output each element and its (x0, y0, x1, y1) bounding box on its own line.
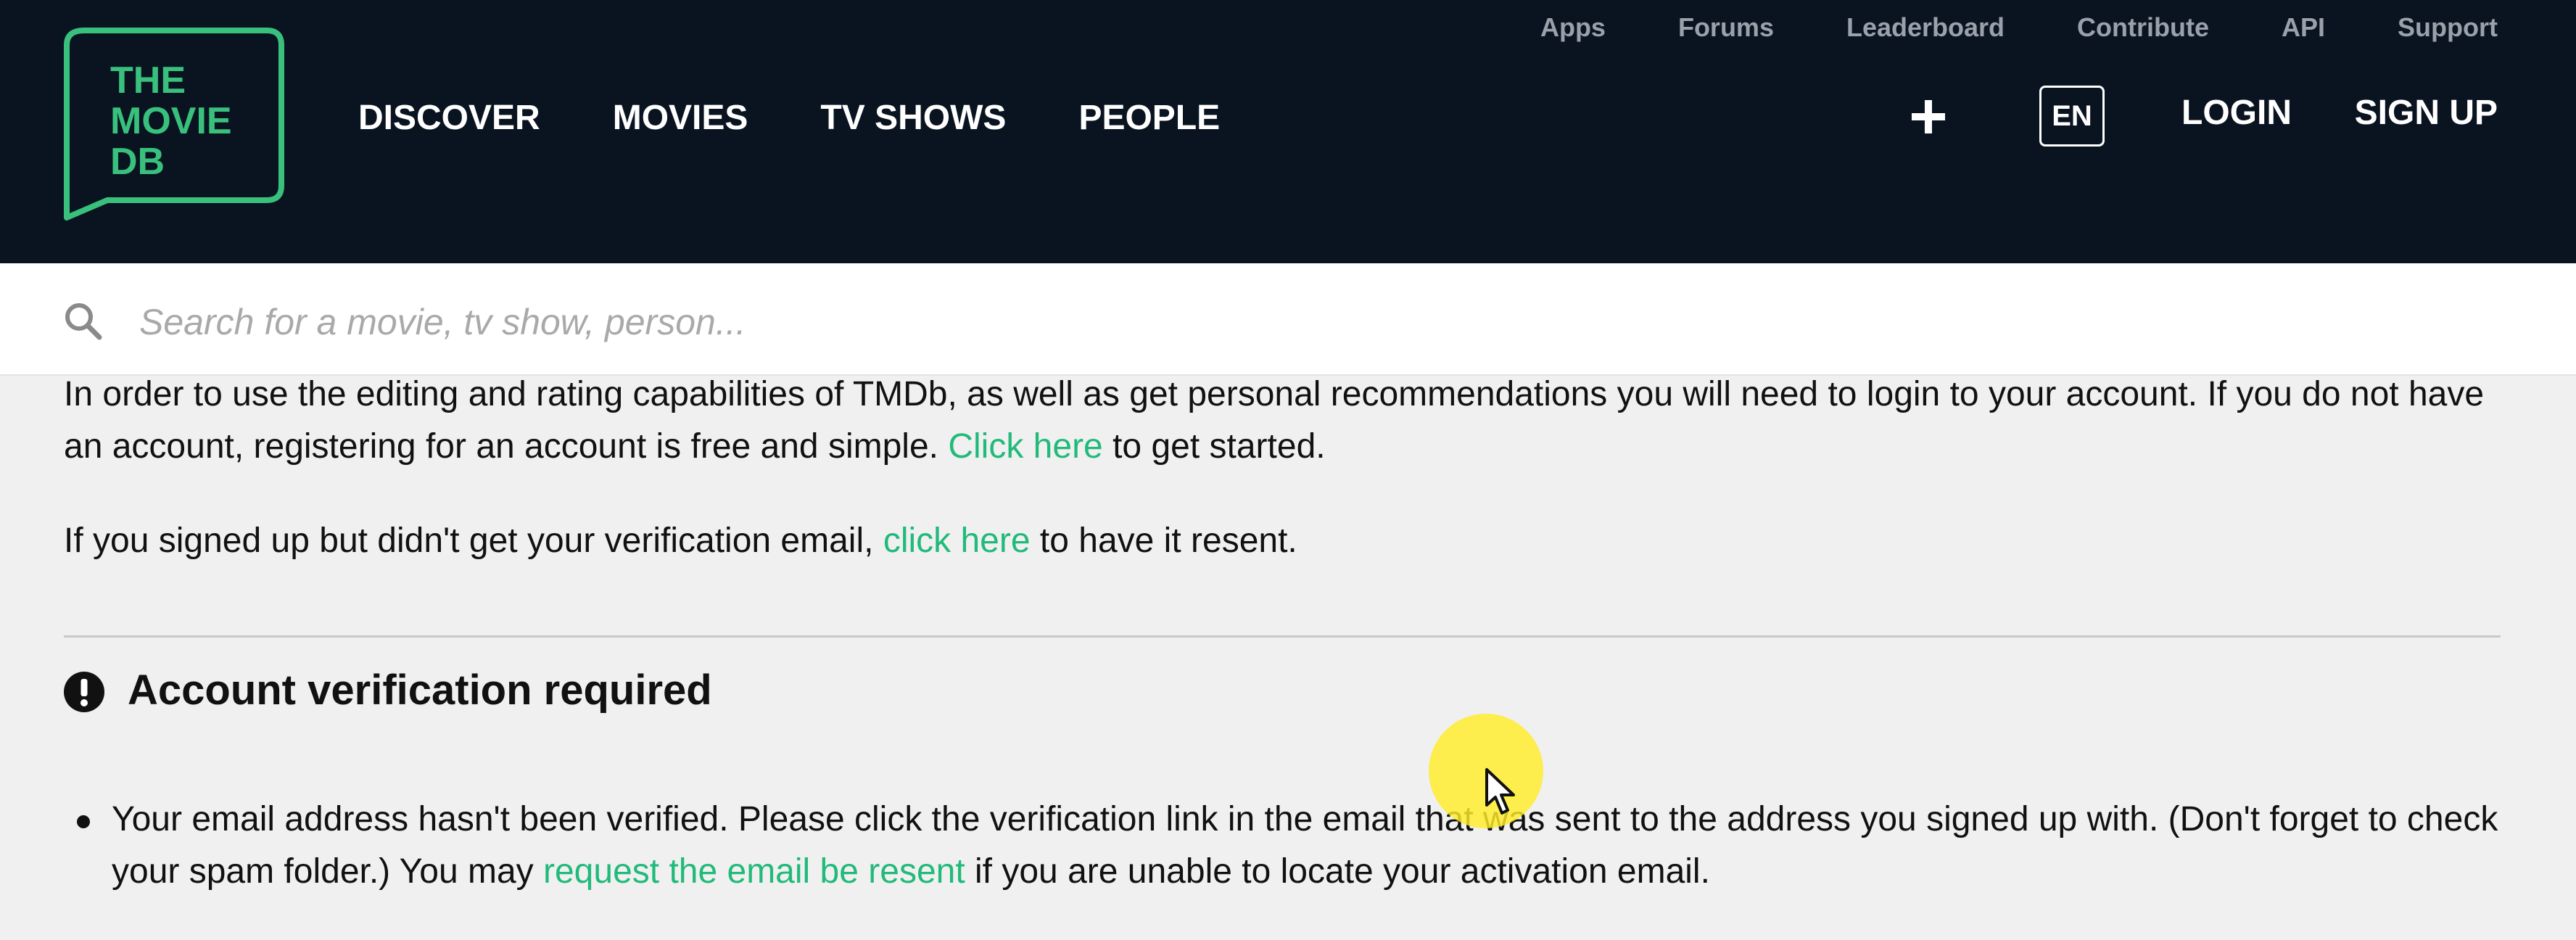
divider (64, 635, 2501, 638)
nav-tv-shows[interactable]: TV SHOWS (820, 98, 1006, 138)
intro-text-end: to get started. (1112, 427, 1326, 466)
signup-link[interactable]: SIGN UP (2355, 93, 2498, 133)
search-input[interactable] (138, 289, 2461, 355)
verification-title: Account verification required (128, 667, 712, 714)
register-link[interactable]: Click here (948, 427, 1102, 466)
tmdb-logo-mark: THE MOVIE DB (64, 28, 284, 220)
resend-link[interactable]: click here (883, 521, 1031, 560)
top-link-api[interactable]: API (2282, 12, 2325, 43)
top-link-support[interactable]: Support (2398, 12, 2498, 43)
logo-line-2: MOVIE (110, 100, 232, 142)
site-header: THE MOVIE DB Apps Forums Leaderboard Con… (0, 0, 2576, 263)
plus-icon[interactable] (1910, 99, 1947, 135)
intro-paragraph: In order to use the editing and rating c… (64, 368, 2501, 473)
exclamation-circle-icon (62, 670, 106, 714)
verification-list: Your email address hasn't been verified.… (64, 793, 2501, 898)
resend-text: If you signed up but didn't get your ver… (64, 521, 874, 560)
logo-line-1: THE (110, 59, 186, 102)
logo-line-3: DB (110, 141, 165, 183)
top-link-apps[interactable]: Apps (1540, 12, 1606, 43)
nav-movies[interactable]: MOVIES (613, 98, 748, 138)
mouse-pointer-icon (1484, 767, 1520, 818)
top-link-leaderboard[interactable]: Leaderboard (1846, 12, 2005, 43)
bullet-dot (77, 815, 90, 828)
resend-paragraph: If you signed up but didn't get your ver… (64, 515, 2501, 567)
login-link[interactable]: LOGIN (2181, 93, 2292, 133)
top-link-forums[interactable]: Forums (1678, 12, 1774, 43)
top-link-contribute[interactable]: Contribute (2077, 12, 2209, 43)
language-selector[interactable]: EN (2039, 86, 2105, 147)
resend-text-end: to have it resent. (1039, 521, 1297, 560)
main-content: In order to use the editing and rating c… (64, 368, 2501, 567)
nav-discover[interactable]: DISCOVER (358, 98, 540, 138)
list-item: Your email address hasn't been verified.… (112, 793, 2501, 898)
main-nav: DISCOVER MOVIES TV SHOWS PEOPLE (358, 93, 1220, 142)
nav-people[interactable]: PEOPLE (1078, 98, 1220, 138)
tmdb-logo[interactable]: THE MOVIE DB (62, 25, 287, 220)
request-resend-link[interactable]: request the email be resent (543, 852, 965, 891)
search-icon[interactable] (62, 300, 103, 341)
verification-text-end: if you are unable to locate your activat… (975, 852, 1710, 891)
utility-nav: Apps Forums Leaderboard Contribute API S… (1540, 7, 2498, 48)
